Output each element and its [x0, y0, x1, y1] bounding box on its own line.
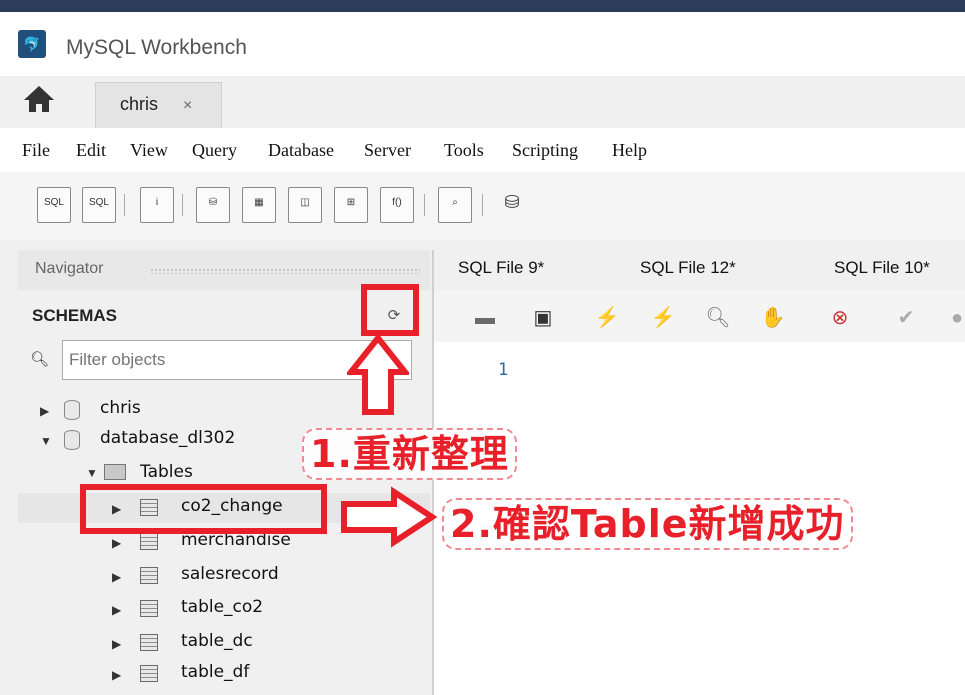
toolbar-separator — [424, 194, 425, 216]
menu-help[interactable]: Help — [612, 140, 647, 161]
app-title: MySQL Workbench — [66, 36, 247, 59]
tree-table-item[interactable]: merchandise — [181, 530, 291, 560]
mysql-workbench-logo-icon: 🐬 — [18, 30, 46, 58]
tab-sql-file-10[interactable]: SQL File 10* — [834, 258, 930, 278]
desktop-taskbar-strip — [0, 0, 965, 12]
schemas-label: SCHEMAS — [32, 306, 118, 325]
create-schema-icon[interactable]: ⛁ — [196, 187, 230, 223]
annotation-step-2: 2.確認Table新增成功 — [442, 498, 853, 550]
create-table-icon[interactable]: ▦ — [242, 187, 276, 223]
menu-edit[interactable]: Edit — [76, 140, 106, 161]
expand-arrow-icon[interactable]: ▶ — [40, 404, 49, 418]
table-icon — [140, 600, 158, 617]
expand-arrow-icon[interactable]: ▶ — [112, 603, 121, 617]
toolbar-separator — [124, 194, 125, 216]
up-arrow-annotation — [347, 334, 409, 415]
toolbar-separator — [182, 194, 183, 216]
reconnect-icon[interactable]: ⛁ — [496, 187, 528, 221]
right-arrow-annotation — [341, 486, 438, 548]
navigator-grip — [150, 268, 420, 274]
tree-schema-database-dl302[interactable]: database_dl302 — [100, 428, 235, 458]
refresh-highlight-box — [361, 284, 419, 336]
open-sql-script-icon[interactable]: SQL — [82, 187, 116, 223]
tree-schema-chris[interactable]: chris — [100, 398, 141, 428]
menu-tools[interactable]: Tools — [444, 140, 484, 161]
menu-view[interactable]: View — [130, 140, 168, 161]
table-icon — [140, 634, 158, 651]
toolbar-separator — [482, 194, 483, 216]
folder-icon — [104, 464, 126, 480]
save-icon[interactable]: ▣ — [530, 305, 556, 331]
execute-current-icon[interactable]: ⚡ — [650, 305, 676, 331]
expand-arrow-icon[interactable]: ▶ — [112, 536, 121, 550]
collapse-arrow-icon[interactable]: ▼ — [86, 466, 98, 480]
expand-arrow-icon[interactable]: ▶ — [112, 668, 121, 682]
menu-scripting[interactable]: Scripting — [512, 140, 578, 161]
explain-icon[interactable]: 🔍︎ — [705, 305, 731, 331]
table-icon — [140, 665, 158, 682]
table-icon — [140, 533, 158, 550]
database-icon — [64, 400, 80, 420]
toggle-stop-on-error-icon[interactable]: ⊗ — [827, 305, 853, 331]
table-icon — [140, 567, 158, 584]
search-table-data-icon[interactable]: ⌕ — [438, 187, 472, 223]
menu-file[interactable]: File — [22, 140, 50, 161]
create-procedure-icon[interactable]: ⊞ — [334, 187, 368, 223]
new-sql-tab-icon[interactable]: SQL — [37, 187, 71, 223]
collapse-arrow-icon[interactable]: ▼ — [40, 434, 52, 448]
sql-editor-toolbar — [434, 290, 965, 342]
menu-server[interactable]: Server — [364, 140, 411, 161]
create-function-icon[interactable]: f() — [380, 187, 414, 223]
close-icon[interactable]: × — [183, 97, 192, 115]
tree-table-item[interactable]: salesrecord — [181, 564, 279, 594]
inspector-icon[interactable]: i — [140, 187, 174, 223]
menu-query[interactable]: Query — [192, 140, 237, 161]
open-file-icon[interactable]: ▬ — [472, 305, 498, 331]
stop-icon[interactable]: ✋ — [760, 305, 786, 331]
rollback-icon[interactable]: ● — [944, 305, 965, 331]
home-icon[interactable] — [22, 84, 72, 124]
database-icon — [64, 430, 80, 450]
annotation-step-1: 1.重新整理 — [302, 428, 517, 480]
navigator-title: Navigator — [35, 260, 104, 277]
menu-database[interactable]: Database — [268, 140, 334, 161]
tab-sql-file-12[interactable]: SQL File 12* — [640, 258, 736, 278]
search-icon: 🔍︎ — [30, 351, 50, 368]
commit-icon[interactable]: ✔ — [893, 305, 919, 331]
tab-sql-file-9[interactable]: SQL File 9* — [458, 258, 544, 278]
expand-arrow-icon[interactable]: ▶ — [112, 637, 121, 651]
tab-connection-chris[interactable] — [95, 82, 222, 129]
tree-table-item[interactable]: table_dc — [181, 631, 253, 661]
tree-table-item[interactable]: table_co2 — [181, 597, 263, 627]
table-highlight-box — [80, 484, 327, 534]
expand-arrow-icon[interactable]: ▶ — [112, 570, 121, 584]
create-view-icon[interactable]: ◫ — [288, 187, 322, 223]
line-number: 1 — [498, 360, 509, 380]
tree-table-item[interactable]: table_df — [181, 662, 249, 692]
execute-icon[interactable]: ⚡ — [594, 305, 620, 331]
tab-label: chris — [120, 94, 159, 114]
